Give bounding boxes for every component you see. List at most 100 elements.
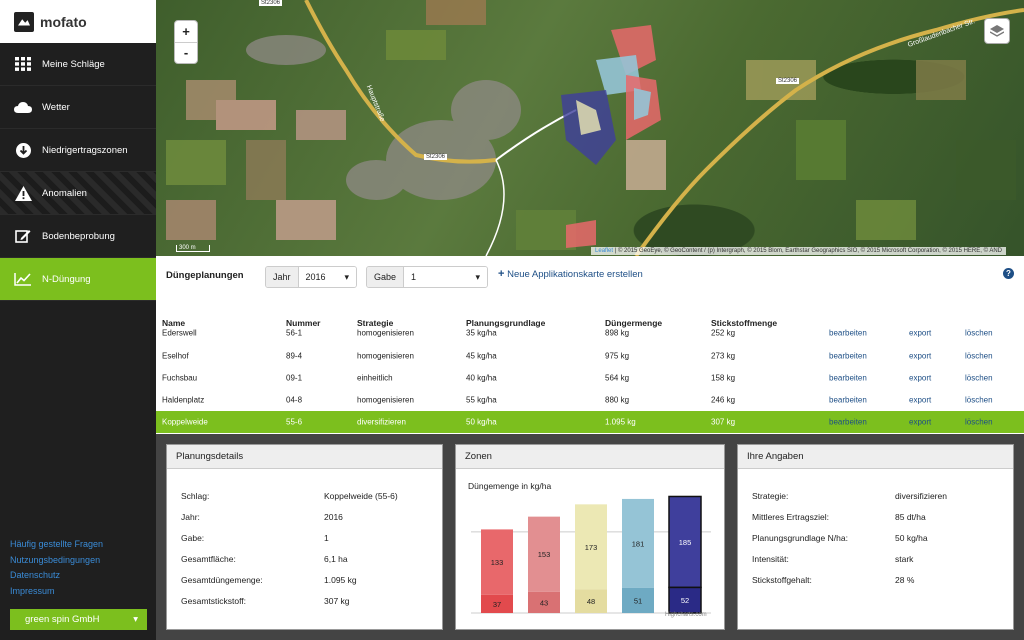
bar-label-upper: 185: [679, 538, 692, 547]
year-label: Jahr: [266, 267, 299, 287]
sidebar-item-meine-schlaege[interactable]: Meine Schläge: [0, 43, 156, 86]
sidebar-item-n-duengung[interactable]: N-Düngung: [0, 258, 156, 301]
layers-icon: [990, 24, 1004, 37]
leaflet-link[interactable]: Leaflet: [595, 248, 613, 254]
detail-value: 1.095 kg: [324, 575, 357, 585]
table-row[interactable]: Haldenplatz 04-8 homogenisieren 55 kg/ha 880…: [156, 389, 1024, 411]
table-row[interactable]: Eselhof 89-4 homogenisieren 45 kg/ha 975 kg 2…: [156, 345, 1024, 367]
company-dropdown[interactable]: green spin GmbH ▾: [10, 609, 147, 630]
terms-link[interactable]: Nutzungsbedingungen: [10, 553, 103, 569]
plus-icon: +: [498, 268, 505, 280]
detail-key: Intensität:: [752, 554, 789, 564]
delete-link[interactable]: löschen: [965, 352, 993, 361]
year-value: 2016: [305, 272, 326, 282]
panel-title: Planungsdetails: [167, 445, 442, 469]
logo-icon: [14, 11, 34, 32]
privacy-link[interactable]: Datenschutz: [10, 568, 103, 584]
arrow-down-circle-icon: [14, 142, 32, 158]
imprint-link[interactable]: Impressum: [10, 584, 103, 600]
chart-title: Düngemenge in kg/ha: [468, 481, 552, 491]
cell-nummer: 04-8: [286, 395, 303, 405]
delete-link[interactable]: löschen: [965, 418, 993, 427]
faq-link[interactable]: Häufig gestellte Fragen: [10, 537, 103, 553]
bar-label-lower: 37: [493, 600, 501, 609]
sidebar-item-label: Meine Schläge: [42, 58, 105, 70]
export-link[interactable]: export: [909, 396, 931, 405]
new-application-map-button[interactable]: + Neue Applikationskarte erstellen: [498, 268, 643, 280]
cell-name: Fuchsbau: [162, 373, 198, 383]
bar-label-upper: 173: [585, 543, 598, 552]
delete-link[interactable]: löschen: [965, 374, 993, 383]
detail-key: Gesamtfläche:: [181, 554, 236, 564]
sidebar-item-bodenbeprobung[interactable]: Bodenbeprobung: [0, 215, 156, 258]
detail-value: 85 dt/ha: [895, 512, 926, 522]
delete-link[interactable]: löschen: [965, 396, 993, 405]
road-label: St2306: [776, 78, 800, 84]
detail-key: Stickstoffgehalt:: [752, 575, 812, 585]
detail-value: 28 %: [895, 575, 915, 585]
cell-nummer: 89-4: [286, 351, 303, 361]
company-name: green spin GmbH: [25, 614, 100, 625]
cell-name: Koppelweide: [162, 417, 208, 427]
cell-duenger: 564 kg: [605, 373, 630, 383]
cell-plan: 40 kg/ha: [466, 373, 497, 383]
edit-link[interactable]: bearbeiten: [829, 396, 867, 405]
logo-text: mofato: [40, 13, 87, 30]
line-chart-icon: [14, 271, 32, 287]
sidebar-item-wetter[interactable]: Wetter: [0, 86, 156, 129]
detail-value: 307 kg: [324, 596, 350, 606]
detail-key: Jahr:: [181, 512, 200, 522]
detail-key: Schlag:: [181, 491, 210, 501]
gabe-value: 1: [411, 272, 417, 282]
zoom-in-button[interactable]: +: [175, 21, 197, 43]
edit-link[interactable]: bearbeiten: [829, 374, 867, 383]
detail-key: Gabe:: [181, 533, 205, 543]
plans-table: Ederswell 56-1 homogenisieren 35 kg/ha 898 k…: [156, 312, 1024, 434]
cell-strategie: einheitlich: [357, 373, 393, 383]
panel-title: Ihre Angaben: [738, 445, 1013, 469]
planning-details-panel: Planungsdetails Schlag: Koppelweide (55-6…: [166, 444, 443, 630]
export-link[interactable]: export: [909, 352, 931, 361]
cell-stick: 158 kg: [711, 373, 736, 383]
cell-stick: 246 kg: [711, 395, 736, 405]
cell-name: Eselhof: [162, 351, 189, 361]
zoom-control: + -: [174, 20, 198, 64]
edit-link[interactable]: bearbeiten: [829, 418, 867, 427]
caret-down-icon: ▾: [344, 271, 349, 282]
bar-label-upper: 133: [491, 558, 504, 567]
cell-plan: 45 kg/ha: [466, 351, 497, 361]
panel-title: Zonen: [456, 445, 724, 469]
cloud-icon: [14, 99, 32, 115]
sidebar-item-anomalien[interactable]: Anomalien: [0, 172, 156, 215]
cell-duenger: 1.095 kg: [605, 417, 636, 427]
export-link[interactable]: export: [909, 418, 931, 427]
export-link[interactable]: export: [909, 374, 931, 383]
sidebar-item-niedrigertragszonen[interactable]: Niedrigertragszonen: [0, 129, 156, 172]
sidebar-item-label: Wetter: [42, 101, 70, 113]
cell-duenger: 975 kg: [605, 351, 630, 361]
road-label: St2306: [424, 154, 448, 160]
zoom-out-button[interactable]: -: [175, 43, 197, 64]
detail-value: Koppelweide (55-6): [324, 491, 398, 501]
cell-stick: 307 kg: [711, 417, 736, 427]
table-row[interactable]: Koppelweide 55-6 diversifizieren 50 kg/ha 1.…: [156, 411, 1024, 433]
detail-key: Planungsgrundlage N/ha:: [752, 533, 848, 543]
detail-value: diversifizieren: [895, 491, 947, 501]
bar-label-upper: 153: [538, 550, 551, 559]
cell-stick: 273 kg: [711, 351, 736, 361]
app-logo[interactable]: mofato: [0, 0, 156, 43]
sidebar-item-label: N-Düngung: [42, 273, 91, 285]
year-select[interactable]: Jahr 2016 ▾: [265, 266, 357, 288]
header-name: Name: [162, 318, 186, 328]
cell-nummer: 55-6: [286, 417, 303, 427]
satellite-map[interactable]: + - 300 m Leaflet | © 2015 GeoEye, © Geo…: [156, 0, 1024, 256]
road-label: St2306: [259, 0, 283, 6]
gabe-select[interactable]: Gabe 1 ▾: [366, 266, 488, 288]
table-header: Name Nummer Strategie Planungsgrundlage …: [156, 316, 1024, 330]
help-icon[interactable]: ?: [1003, 268, 1014, 279]
sidebar-item-label: Anomalien: [42, 187, 87, 199]
bar-label-lower: 51: [634, 596, 642, 605]
edit-link[interactable]: bearbeiten: [829, 352, 867, 361]
table-row[interactable]: Fuchsbau 09-1 einheitlich 40 kg/ha 564 kg 158…: [156, 367, 1024, 389]
layers-button[interactable]: [984, 18, 1010, 44]
